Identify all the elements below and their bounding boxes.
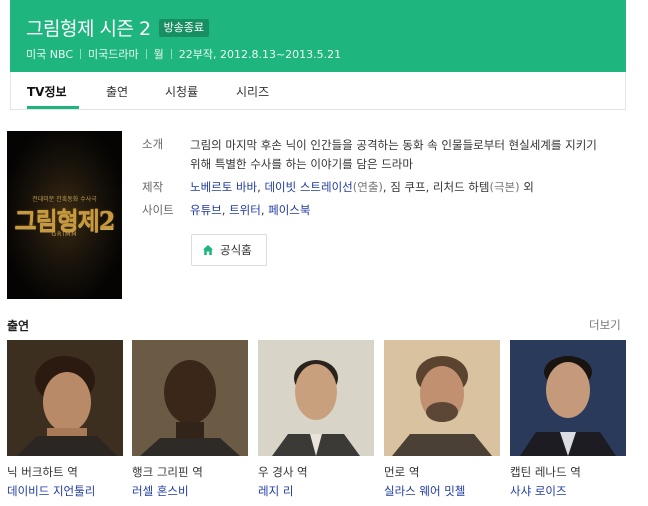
cast-role: 캡틴 레나드 역 bbox=[510, 465, 581, 479]
synopsis-label: 소개 bbox=[142, 137, 164, 151]
credit-link[interactable]: 데이빗 스트레이선 bbox=[264, 180, 352, 194]
status-badge: 방송종료 bbox=[158, 18, 210, 37]
cast-card[interactable]: 우 경사 역 레지 리 bbox=[258, 340, 374, 498]
cast-role: 먼로 역 bbox=[384, 465, 420, 479]
cast-actor-link[interactable]: 레지 리 bbox=[258, 483, 293, 499]
cast-photo[interactable] bbox=[132, 340, 248, 456]
cast-card[interactable]: 닉 버크하트 역 데이비드 지언툴리 bbox=[7, 340, 123, 498]
meta-episodes: 22부작, 2012.8.13~2013.5.21 bbox=[178, 48, 342, 61]
cast-actor-link[interactable]: 사샤 로이즈 bbox=[510, 483, 567, 499]
production-credits: 노베르토 바바, 데이빗 스트레이선(연출), 짐 쿠프, 리처드 하템(극본)… bbox=[190, 179, 534, 195]
youtube-link[interactable]: 유튜브 bbox=[190, 203, 222, 217]
site-separator: , bbox=[221, 203, 230, 217]
site-links: 유튜브, 트위터, 페이스북 bbox=[190, 202, 310, 218]
cast-card[interactable]: 행크 그리핀 역 러셀 혼스비 bbox=[132, 340, 248, 498]
cast-card[interactable]: 캡틴 레나드 역 사샤 로이즈 bbox=[510, 340, 626, 498]
cast-role: 닉 버크하트 역 bbox=[7, 465, 78, 479]
tab-series[interactable]: 시리즈 bbox=[236, 83, 269, 100]
cast-photo[interactable] bbox=[7, 340, 123, 456]
cast-actor-link[interactable]: 러셀 혼스비 bbox=[132, 483, 189, 499]
meta-divider bbox=[170, 49, 172, 59]
tab-cast[interactable]: 출연 bbox=[106, 83, 128, 100]
tab-tv-info[interactable]: TV정보 bbox=[27, 83, 67, 100]
home-icon bbox=[203, 245, 213, 255]
official-home-button[interactable]: 공식홈 bbox=[191, 234, 267, 266]
cast-photo[interactable] bbox=[258, 340, 374, 456]
official-home-label: 공식홈 bbox=[220, 243, 252, 257]
cast-photo[interactable] bbox=[384, 340, 500, 456]
production-label: 제작 bbox=[142, 180, 164, 194]
program-header: 그림형제 시즌 2 방송종료 미국 NBC 미국드라마 월 22부작, 2012… bbox=[10, 0, 626, 72]
program-title[interactable]: 그림형제 시즌 2 bbox=[26, 14, 151, 41]
cast-photo[interactable] bbox=[510, 340, 626, 456]
site-label: 사이트 bbox=[142, 203, 174, 217]
cast-role: 우 경사 역 bbox=[258, 465, 308, 479]
cast-actor-link[interactable]: 데이비드 지언툴리 bbox=[7, 483, 95, 499]
tab-bar: TV정보 출연 시청률 시리즈 bbox=[10, 72, 626, 110]
credit-others: , 짐 쿠프, 리처드 하템 bbox=[382, 180, 490, 194]
program-poster[interactable]: 전대미문 잔혹동화 수사극 그림형제2 GRIMM bbox=[7, 131, 122, 299]
meta-channel: 미국 NBC bbox=[26, 48, 73, 61]
credit-role: (연출) bbox=[352, 180, 383, 194]
cast-card[interactable]: 먼로 역 실라스 웨어 밋첼 bbox=[384, 340, 500, 498]
credit-link[interactable]: 노베르토 바바 bbox=[190, 180, 257, 194]
meta-genre: 미국드라마 bbox=[88, 48, 139, 61]
poster-english-title: GRIMM bbox=[51, 231, 78, 238]
active-tab-indicator bbox=[27, 106, 79, 109]
credit-role: (극본) bbox=[489, 180, 520, 194]
meta-day: 월 bbox=[153, 48, 164, 61]
synopsis-text: 그림의 마지막 후손 닉이 인간들을 공격하는 동화 속 인물들로부터 현실세계… bbox=[190, 138, 597, 171]
credit-tail: 외 bbox=[519, 180, 534, 194]
program-meta: 미국 NBC 미국드라마 월 22부작, 2012.8.13~2013.5.21 bbox=[26, 46, 341, 62]
tab-ratings[interactable]: 시청률 bbox=[165, 83, 198, 100]
more-link[interactable]: 더보기 bbox=[589, 317, 621, 333]
meta-divider bbox=[145, 49, 147, 59]
cast-actor-link[interactable]: 실라스 웨어 밋첼 bbox=[384, 483, 465, 499]
title-row: 그림형제 시즌 2 방송종료 bbox=[26, 14, 210, 41]
facebook-link[interactable]: 페이스북 bbox=[268, 203, 310, 217]
meta-divider bbox=[80, 49, 81, 59]
cast-section-title: 출연 bbox=[7, 319, 30, 333]
cast-role: 행크 그리핀 역 bbox=[132, 465, 203, 479]
twitter-link[interactable]: 트위터 bbox=[229, 203, 261, 217]
